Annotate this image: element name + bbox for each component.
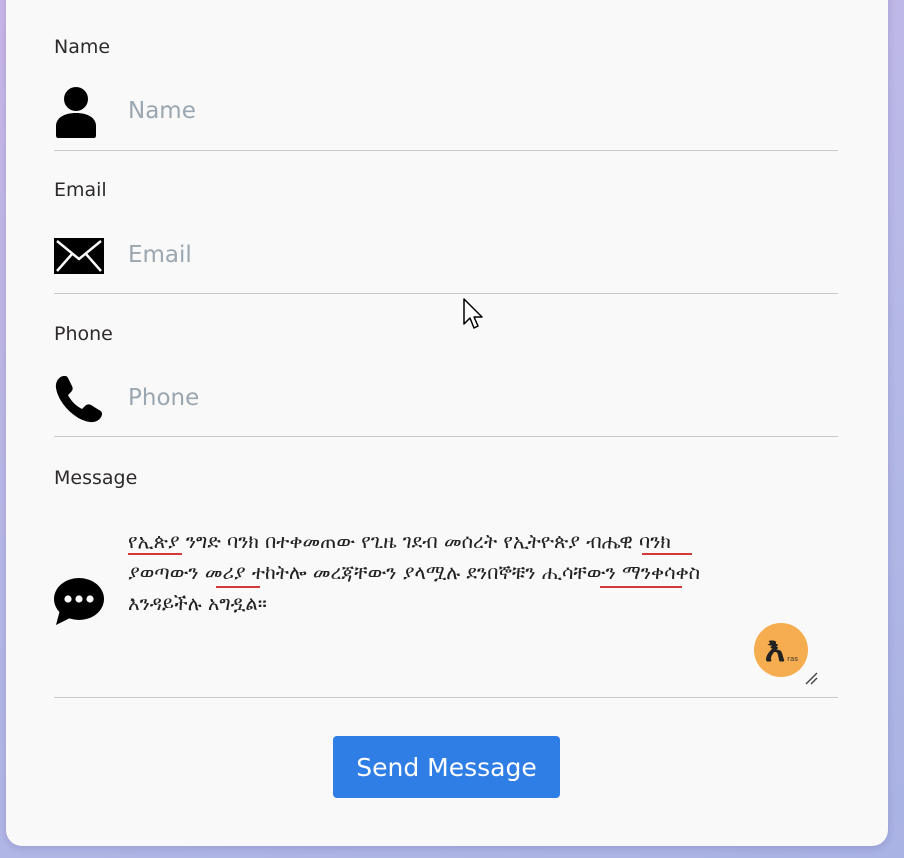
phone-field-underline [54, 436, 838, 437]
resize-handle-icon[interactable] [804, 670, 818, 689]
phone-label: Phone [54, 323, 113, 345]
envelope-icon [54, 238, 104, 278]
spellcheck-underline [600, 586, 682, 588]
phone-icon [54, 374, 104, 428]
send-message-button[interactable]: Send Message [333, 736, 560, 798]
spellcheck-underline [216, 586, 260, 588]
email-input[interactable]: Email [128, 242, 192, 268]
badge-glyph: እ [764, 630, 786, 670]
name-field-underline [54, 150, 838, 151]
name-label: Name [54, 36, 111, 58]
user-icon [54, 86, 98, 142]
chat-bubble-icon [54, 578, 104, 630]
message-textarea[interactable]: የኢጵያ ንግድ ባንክ በተቀመጠው የጊዜ ገደብ መሰረት የኢትዮጵያ … [128, 526, 798, 619]
message-field-underline [54, 697, 838, 698]
contact-form-card [6, 0, 888, 846]
mouse-cursor-icon [462, 297, 486, 335]
name-input[interactable]: Name [128, 98, 196, 124]
phone-input[interactable]: Phone [128, 385, 199, 411]
email-label: Email [54, 179, 107, 201]
spellcheck-underline [128, 553, 182, 555]
message-label: Message [54, 467, 138, 489]
keyboard-extension-badge[interactable]: እ ras [754, 623, 808, 677]
badge-subtext: ras [787, 655, 798, 663]
email-field-underline [54, 293, 838, 294]
spellcheck-underline [642, 553, 692, 555]
